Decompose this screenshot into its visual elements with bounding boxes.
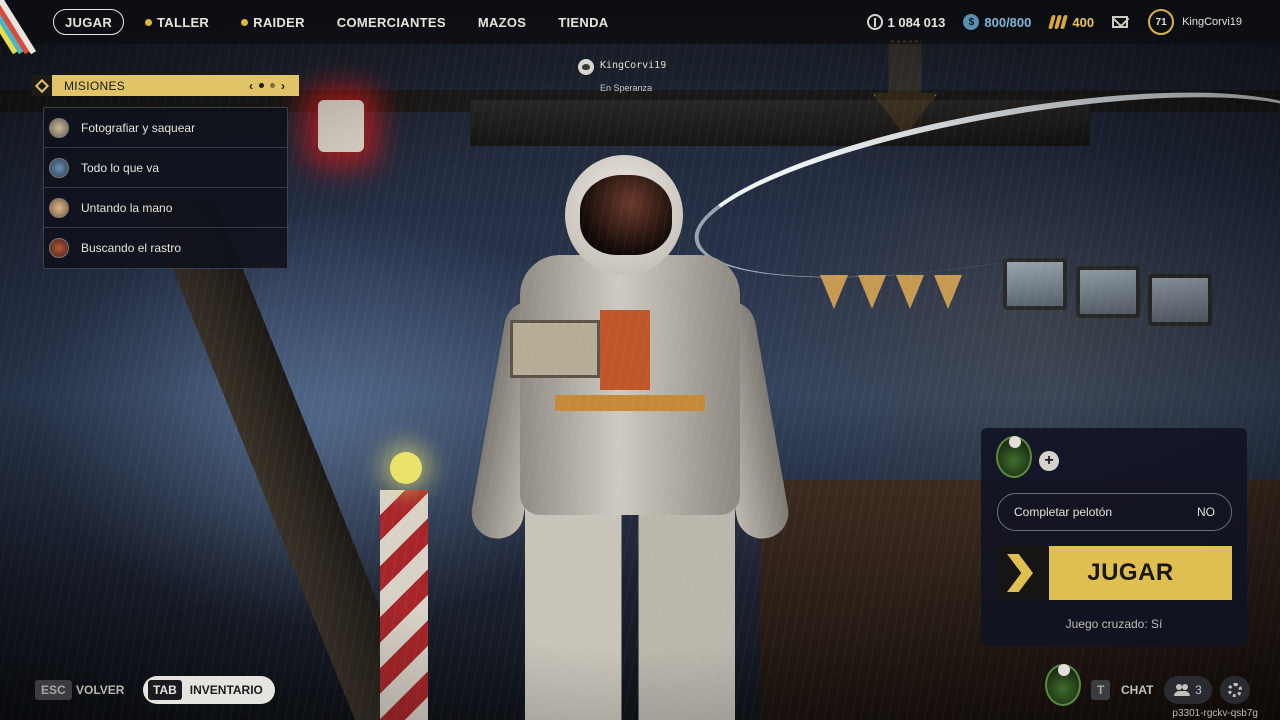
list-item[interactable]: Fotografiar y saquear xyxy=(44,108,287,148)
inventory-button[interactable]: TAB INVENTARIO xyxy=(143,676,275,704)
nav-comerciantes[interactable]: COMERCIANTES xyxy=(326,9,457,35)
mail-icon[interactable] xyxy=(1112,16,1129,28)
main-nav: JUGAR TALLER RAIDER COMERCIANTES MAZOS T… xyxy=(53,9,619,35)
chat-key-hint[interactable]: T xyxy=(1091,680,1111,700)
chevron-right-icon xyxy=(997,546,1049,600)
game-logo-stripes xyxy=(0,0,38,55)
list-item[interactable]: Untando la mano xyxy=(44,188,287,228)
friends-icon xyxy=(1174,684,1191,696)
mission-giver-avatar xyxy=(49,117,69,138)
squad-member-avatar[interactable] xyxy=(996,436,1032,478)
add-squad-member-button[interactable]: + xyxy=(1039,451,1059,471)
player-level-badge[interactable]: 71 xyxy=(1148,9,1175,35)
page-dot[interactable] xyxy=(259,83,264,88)
missions-panel: MISIONES ‹ › Fotografiar y saquear Todo … xyxy=(32,75,299,269)
tokens-stat[interactable]: $ 800/800 xyxy=(963,14,1031,30)
gear-icon xyxy=(1228,683,1242,697)
coin-icon xyxy=(866,14,883,30)
bars-stat[interactable]: 400 xyxy=(1048,14,1094,30)
build-id: p3301-rgckv-qsb7g xyxy=(1172,708,1258,719)
coins-stat[interactable]: 1 084 013 xyxy=(866,14,945,30)
list-item[interactable]: Todo lo que va xyxy=(44,148,287,188)
mission-giver-avatar xyxy=(49,197,69,218)
nav-mazos[interactable]: MAZOS xyxy=(467,9,537,35)
fill-squad-toggle[interactable]: Completar pelotón NO xyxy=(997,493,1232,531)
missions-title: MISIONES xyxy=(64,78,126,93)
notification-dot-icon xyxy=(241,18,249,26)
friends-button[interactable]: 3 xyxy=(1164,676,1212,704)
esc-key-hint[interactable]: ESC xyxy=(35,680,72,700)
player-name: KingCorvi19 xyxy=(600,60,667,71)
mission-diamond-icon xyxy=(32,75,52,96)
chevron-right-icon[interactable]: › xyxy=(281,79,285,93)
back-label[interactable]: VOLVER xyxy=(76,683,124,697)
nav-raider[interactable]: RAIDER xyxy=(230,9,316,35)
mission-giver-avatar xyxy=(49,157,69,178)
tab-key-hint: TAB xyxy=(148,680,182,700)
token-icon: $ xyxy=(963,14,980,30)
missions-header: MISIONES ‹ › xyxy=(32,75,299,96)
nav-taller[interactable]: TALLER xyxy=(134,9,220,35)
fill-squad-value: NO xyxy=(1197,505,1215,519)
currency-stats: 1 084 013 $ 800/800 400 71 KingCorvi19 xyxy=(866,9,1280,35)
settings-button[interactable] xyxy=(1220,676,1250,704)
missions-list: Fotografiar y saquear Todo lo que va Unt… xyxy=(43,107,288,269)
nav-jugar[interactable]: JUGAR xyxy=(53,9,125,35)
top-navigation-bar: JUGAR TALLER RAIDER COMERCIANTES MAZOS T… xyxy=(0,0,1280,55)
friends-count: 3 xyxy=(1195,683,1202,697)
nav-tienda[interactable]: TIENDA xyxy=(547,9,619,35)
list-item[interactable]: Buscando el rastro xyxy=(44,228,287,268)
chat-label[interactable]: CHAT xyxy=(1121,683,1153,697)
page-dot[interactable] xyxy=(270,83,275,88)
play-panel: + Completar pelotón NO JUGAR Juego cruza… xyxy=(981,428,1247,646)
player-avatar[interactable] xyxy=(1045,664,1081,706)
crossplay-status: Juego cruzado: Sí xyxy=(1065,617,1163,631)
mission-giver-avatar xyxy=(49,238,69,258)
player-emblem-icon xyxy=(578,59,594,75)
play-button[interactable]: JUGAR xyxy=(997,546,1232,600)
profile-username[interactable]: KingCorvi19 xyxy=(1182,16,1242,28)
gold-bars-icon xyxy=(1048,14,1069,30)
missions-pager: ‹ › xyxy=(249,79,285,93)
chevron-left-icon[interactable]: ‹ xyxy=(249,79,253,93)
notification-dot-icon xyxy=(145,18,153,26)
player-location: En Speranza xyxy=(600,83,653,93)
